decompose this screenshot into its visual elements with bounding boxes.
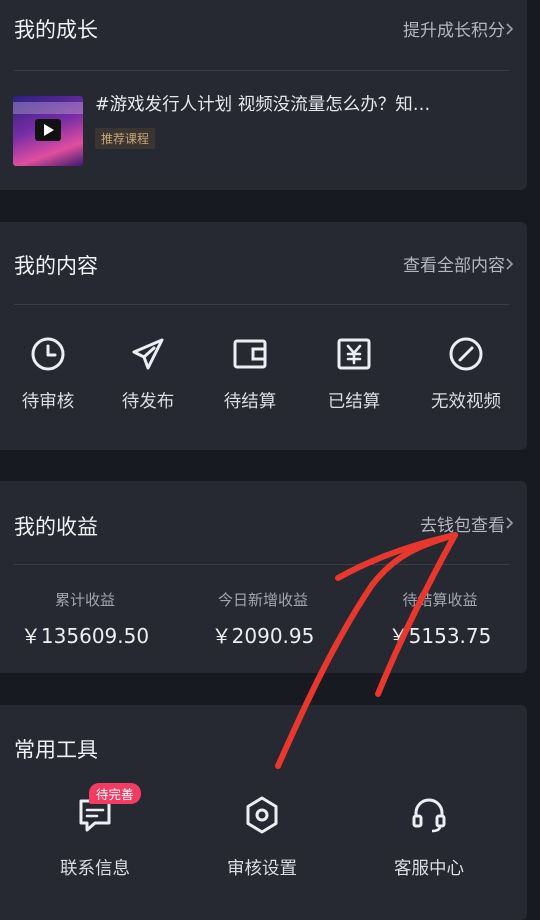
content-link[interactable]: 查看全部内容 bbox=[403, 251, 505, 276]
content-item-label: 待审核 bbox=[21, 392, 75, 412]
earnings-label: 累计收益 bbox=[54, 591, 115, 609]
earnings-today[interactable]: 今日新增收益 ￥2090.95 bbox=[173, 589, 353, 649]
tool-contact-info[interactable]: 联系信息 bbox=[30, 793, 160, 880]
content-item-settled[interactable]: 已结算 bbox=[306, 334, 402, 413]
course-title[interactable]: #游戏发行人计划 视频没流量怎么办？知… bbox=[95, 91, 507, 116]
invalid-icon bbox=[418, 334, 514, 374]
divider bbox=[14, 70, 509, 71]
content-item-invalid-video[interactable]: 无效视频 bbox=[418, 334, 514, 413]
earnings-value: ￥135609.50 bbox=[20, 624, 150, 648]
content-item-label: 待发布 bbox=[121, 392, 175, 412]
content-title: 我的内容 bbox=[14, 254, 98, 278]
wallet-link[interactable]: 去钱包查看 bbox=[420, 511, 505, 536]
wallet-icon bbox=[202, 334, 298, 374]
earnings-label: 今日新增收益 bbox=[217, 591, 308, 609]
content-item-label: 已结算 bbox=[327, 392, 381, 412]
growth-link[interactable]: 提升成长积分 bbox=[403, 16, 505, 41]
divider bbox=[14, 304, 509, 305]
content-card: 我的内容 查看全部内容 待审核 待发布 待结算 已结算 无效视频 bbox=[0, 222, 527, 450]
tool-customer-service[interactable]: 客服中心 bbox=[364, 793, 494, 880]
content-item-label: 待结算 bbox=[223, 392, 277, 412]
yen-icon bbox=[306, 334, 402, 374]
tool-label: 审核设置 bbox=[227, 859, 297, 879]
hexagon-settings-icon bbox=[197, 793, 327, 837]
chevron-right-icon bbox=[503, 22, 517, 36]
tool-label: 联系信息 bbox=[60, 859, 130, 879]
content-item-label: 无效视频 bbox=[431, 392, 501, 412]
chevron-right-icon bbox=[503, 516, 517, 530]
send-icon bbox=[100, 334, 196, 374]
earnings-label: 待结算收益 bbox=[402, 591, 478, 609]
course-thumbnail[interactable] bbox=[13, 96, 83, 166]
earnings-pending[interactable]: 待结算收益 ￥5153.75 bbox=[350, 589, 530, 649]
tools-card: 常用工具 联系信息 待完善 审核设置 客服中心 bbox=[0, 705, 527, 920]
tools-title: 常用工具 bbox=[14, 738, 98, 762]
tool-label: 客服中心 bbox=[394, 859, 464, 879]
divider bbox=[14, 564, 509, 565]
content-item-pending-settlement[interactable]: 待结算 bbox=[202, 334, 298, 413]
earnings-title: 我的收益 bbox=[14, 515, 98, 539]
earnings-card: 我的收益 去钱包查看 累计收益 ￥135609.50 今日新增收益 ￥2090.… bbox=[0, 481, 527, 673]
earnings-value: ￥5153.75 bbox=[388, 624, 492, 648]
play-icon bbox=[35, 119, 61, 141]
chevron-right-icon bbox=[503, 257, 517, 271]
headset-icon bbox=[364, 793, 494, 837]
growth-title: 我的成长 bbox=[14, 18, 98, 42]
clock-icon bbox=[0, 334, 96, 374]
tool-review-settings[interactable]: 审核设置 bbox=[197, 793, 327, 880]
incomplete-badge: 待完善 bbox=[89, 783, 141, 804]
content-item-pending-review[interactable]: 待审核 bbox=[0, 334, 96, 413]
content-item-pending-publish[interactable]: 待发布 bbox=[100, 334, 196, 413]
earnings-value: ￥2090.95 bbox=[211, 624, 315, 648]
course-tag: 推荐课程 bbox=[95, 128, 156, 149]
earnings-total[interactable]: 累计收益 ￥135609.50 bbox=[0, 589, 175, 649]
growth-card: 我的成长 提升成长积分 #游戏发行人计划 视频没流量怎么办？知… 推荐课程 bbox=[0, 0, 527, 190]
